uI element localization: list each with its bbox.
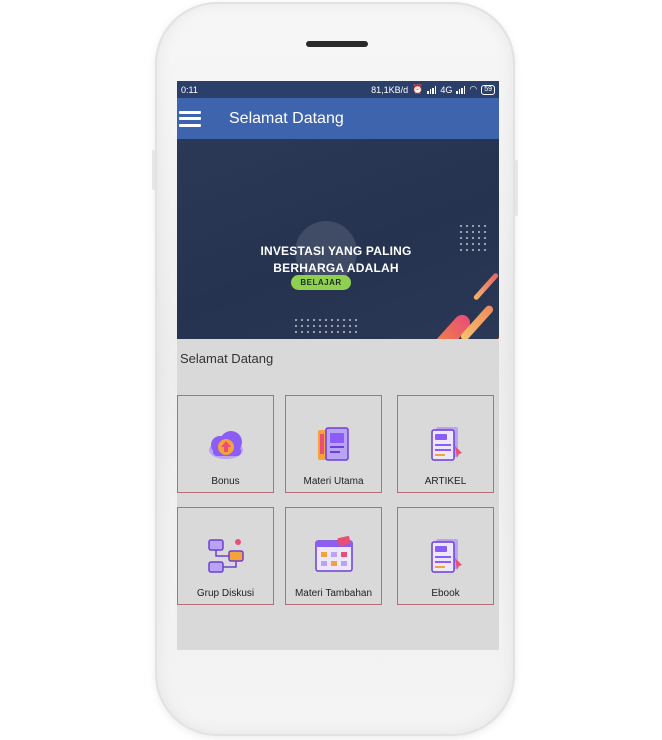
document-icon [431, 427, 462, 461]
menu-tile-artikel[interactable]: ARTIKEL [397, 395, 494, 493]
power-button [515, 160, 518, 216]
app-toolbar: Selamat Datang [177, 98, 499, 139]
book-icon [318, 427, 349, 461]
tile-label: Bonus [211, 476, 240, 487]
hamburger-menu-icon[interactable] [179, 110, 201, 127]
hero-banner: INVESTASI YANG PALING BERHARGA ADALAH [177, 139, 499, 339]
dot-pattern [293, 317, 359, 337]
alarm-icon: ⏰ [412, 84, 424, 94]
headline-line-1: INVESTASI YANG PALING [260, 244, 412, 258]
section-title: Selamat Datang [180, 351, 274, 366]
earpiece-speaker [306, 41, 368, 47]
decorative-stripe [477, 331, 499, 339]
toolbar-title: Selamat Datang [229, 109, 344, 127]
menu-tile-ebook[interactable]: Ebook [397, 507, 494, 605]
status-bar: 0:11 81,1KB/d ⏰ 4G ◠ 59 [177, 81, 499, 98]
menu-tile-materi-tambahan[interactable]: Materi Tambahan [285, 507, 382, 605]
banner-headline: INVESTASI YANG PALING BERHARGA ADALAH [177, 243, 499, 277]
menu-tile-bonus[interactable]: Bonus [177, 395, 274, 493]
belajar-button[interactable]: BELAJAR [291, 275, 351, 290]
browser-window-icon [315, 536, 353, 572]
tile-label: Grup Diskusi [196, 588, 255, 599]
menu-tile-grup-diskusi[interactable]: Grup Diskusi [177, 507, 274, 605]
phone-screen: 0:11 81,1KB/d ⏰ 4G ◠ 59 Selamat Datang I… [177, 81, 499, 650]
network-speed: 81,1KB/d [371, 84, 409, 95]
cloud-upload-icon [209, 431, 243, 459]
document-icon [431, 539, 462, 573]
wifi-icon: ◠ [469, 84, 478, 94]
tile-label: Materi Tambahan [294, 588, 373, 599]
volume-button [152, 150, 155, 190]
network-type: 4G [440, 84, 453, 95]
tile-label: Ebook [431, 588, 460, 599]
signal-icon [456, 85, 466, 94]
battery-icon: 59 [481, 84, 495, 95]
flowchart-icon [208, 539, 244, 573]
menu-tile-materi-utama[interactable]: Materi Utama [285, 395, 382, 493]
status-time: 0:11 [181, 84, 198, 95]
tile-label: Materi Utama [303, 476, 364, 487]
signal-icon [427, 85, 437, 94]
tile-label: ARTIKEL [424, 476, 467, 487]
